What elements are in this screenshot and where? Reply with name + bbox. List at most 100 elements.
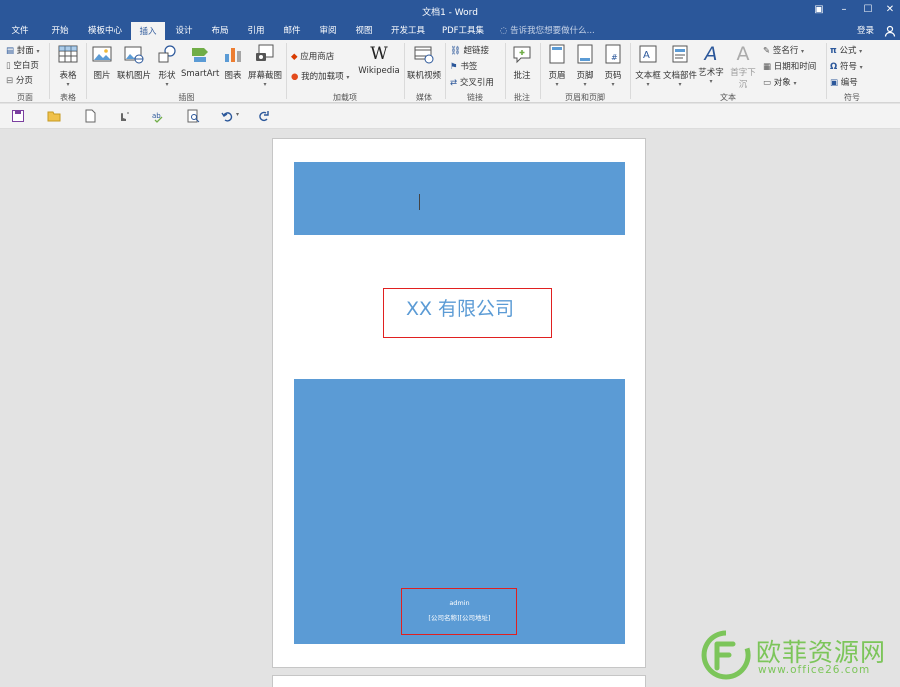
tab-insert[interactable]: 插入	[131, 22, 165, 40]
touch-mode-icon[interactable]	[116, 109, 130, 123]
svg-text:A: A	[643, 50, 650, 61]
blank-page-button[interactable]: ▯ 空白页	[6, 59, 39, 71]
smartart-label: SmartArt	[181, 69, 220, 79]
drop-cap-button[interactable]: A 首字下沉	[727, 44, 759, 90]
watermark-url: www.office26.com	[758, 664, 871, 676]
ribbon-display-options-icon[interactable]: ▣	[811, 3, 827, 17]
undo-dropdown-icon[interactable]: ▾	[236, 111, 250, 125]
comment-label: 批注	[513, 71, 531, 81]
tab-layout[interactable]: 布局	[206, 22, 234, 40]
highlight-box	[383, 288, 552, 338]
new-document-icon[interactable]	[83, 109, 97, 123]
equation-button[interactable]: π 公式 ▾	[830, 44, 862, 56]
chart-button[interactable]: 图表	[221, 44, 245, 81]
tab-mailings[interactable]: 邮件	[278, 22, 306, 40]
picture-icon	[92, 46, 112, 62]
date-time-button[interactable]: ▦ 日期和时间	[763, 60, 816, 72]
tab-review[interactable]: 审阅	[314, 22, 342, 40]
screenshot-button[interactable]: 屏幕截图 ▾	[247, 44, 283, 88]
page-break-button[interactable]: ⊟ 分页	[6, 74, 33, 86]
symbol-button[interactable]: Ω 符号 ▾	[830, 60, 863, 72]
online-video-icon	[414, 46, 434, 64]
page-number-button[interactable]: # 页码 ▾	[600, 44, 626, 88]
undo-icon[interactable]	[221, 109, 235, 123]
user-icon[interactable]	[884, 25, 896, 37]
tab-pdf-tools[interactable]: PDF工具集	[437, 22, 489, 40]
redo-icon[interactable]	[256, 109, 270, 123]
page-break-label: 分页	[15, 76, 33, 86]
screenshot-icon	[256, 44, 274, 61]
date-time-label: 日期和时间	[773, 62, 817, 72]
equation-label: 公式	[839, 46, 857, 56]
group-label-pages: 页面	[17, 93, 33, 102]
cross-reference-button[interactable]: ⇄ 交叉引用	[450, 76, 494, 88]
signature-line-button[interactable]: ✎ 签名行 ▾	[763, 44, 804, 56]
textbox-button[interactable]: A 文本框 ▾	[633, 44, 663, 88]
quick-parts-label: 文档部件	[663, 71, 698, 81]
shapes-button[interactable]: 形状 ▾	[154, 44, 180, 88]
cover-bottom-band: admin [公司名称][公司地址]	[294, 379, 625, 644]
watermark: 欧菲资源网 www.office26.com	[700, 629, 900, 684]
close-icon[interactable]: ✕	[882, 3, 898, 17]
spelling-icon[interactable]: ab	[151, 109, 165, 123]
document-area: XX 有限公司 admin [公司名称][公司地址]	[0, 129, 900, 687]
tab-template-center[interactable]: 模板中心	[82, 22, 128, 40]
maximize-icon[interactable]: ☐	[860, 3, 876, 17]
object-label: 对象	[773, 78, 791, 88]
tab-references[interactable]: 引用	[242, 22, 270, 40]
highlight-box	[401, 588, 517, 635]
divider	[826, 43, 827, 99]
tab-design[interactable]: 设计	[170, 22, 198, 40]
wikipedia-label: Wikipedia	[358, 66, 400, 76]
object-button[interactable]: ▭ 对象 ▾	[763, 76, 796, 88]
minimize-icon[interactable]: –	[836, 3, 852, 17]
login-link[interactable]: 登录	[857, 22, 874, 40]
picture-button[interactable]: 图片	[90, 44, 114, 81]
group-label-media: 媒体	[416, 93, 432, 102]
tell-me-search[interactable]: ◌ 告诉我您想要做什么...	[500, 22, 595, 40]
tab-home[interactable]: 开始	[44, 22, 76, 40]
tab-developer[interactable]: 开发工具	[386, 22, 430, 40]
wordart-button[interactable]: A 艺术字 ▾	[697, 44, 725, 85]
online-picture-icon	[124, 46, 144, 64]
footer-icon	[577, 44, 593, 64]
drop-cap-icon: A	[736, 43, 750, 65]
comment-button[interactable]: 批注	[508, 44, 536, 81]
document-page[interactable]: XX 有限公司 admin [公司名称][公司地址]	[272, 138, 646, 668]
store-button[interactable]: ◆ 应用商店	[291, 50, 334, 62]
numbering-button[interactable]: ▣ 编号	[830, 76, 858, 88]
cover-label: 封面	[16, 46, 34, 56]
smartart-icon	[192, 48, 208, 62]
quick-parts-button[interactable]: 文档部件 ▾	[663, 44, 697, 88]
online-picture-button[interactable]: 联机图片	[116, 44, 152, 81]
cover-button[interactable]: ▤ 封面 ▾	[6, 44, 39, 56]
bookmark-button[interactable]: ⚑ 书签	[450, 60, 477, 72]
tab-view[interactable]: 视图	[350, 22, 378, 40]
cross-reference-icon: ⇄	[450, 78, 458, 88]
save-icon[interactable]	[11, 109, 25, 123]
divider	[86, 43, 87, 99]
hyperlink-label: 超链接	[463, 46, 490, 56]
svg-text:#: #	[611, 53, 618, 62]
wikipedia-button[interactable]: W Wikipedia	[358, 44, 400, 76]
header-button[interactable]: 页眉 ▾	[544, 44, 570, 88]
shapes-icon	[158, 45, 176, 63]
divider	[404, 43, 405, 99]
table-button[interactable]: 表格 ▾	[52, 44, 84, 88]
online-video-button[interactable]: 联机视频	[406, 44, 442, 81]
online-video-label: 联机视频	[406, 71, 441, 81]
smartart-button[interactable]: SmartArt	[181, 44, 219, 79]
footer-button[interactable]: 页脚 ▾	[572, 44, 598, 88]
chart-label: 图表	[224, 71, 242, 81]
tab-file[interactable]: 文件	[6, 22, 34, 40]
my-addins-button[interactable]: ● 我的加载项 ▾	[291, 70, 349, 82]
tell-me-text: 告诉我您想要做什么...	[510, 26, 595, 36]
group-label-links: 链接	[467, 93, 483, 102]
print-preview-icon[interactable]	[186, 109, 200, 123]
symbol-label: 符号	[839, 62, 857, 72]
blank-page-icon: ▯	[6, 61, 11, 71]
page-break-icon: ⊟	[6, 76, 14, 86]
dropdown-arrow-icon: ▾	[583, 81, 587, 88]
open-folder-icon[interactable]	[47, 109, 61, 123]
hyperlink-button[interactable]: ⛓ 超链接	[450, 44, 489, 56]
